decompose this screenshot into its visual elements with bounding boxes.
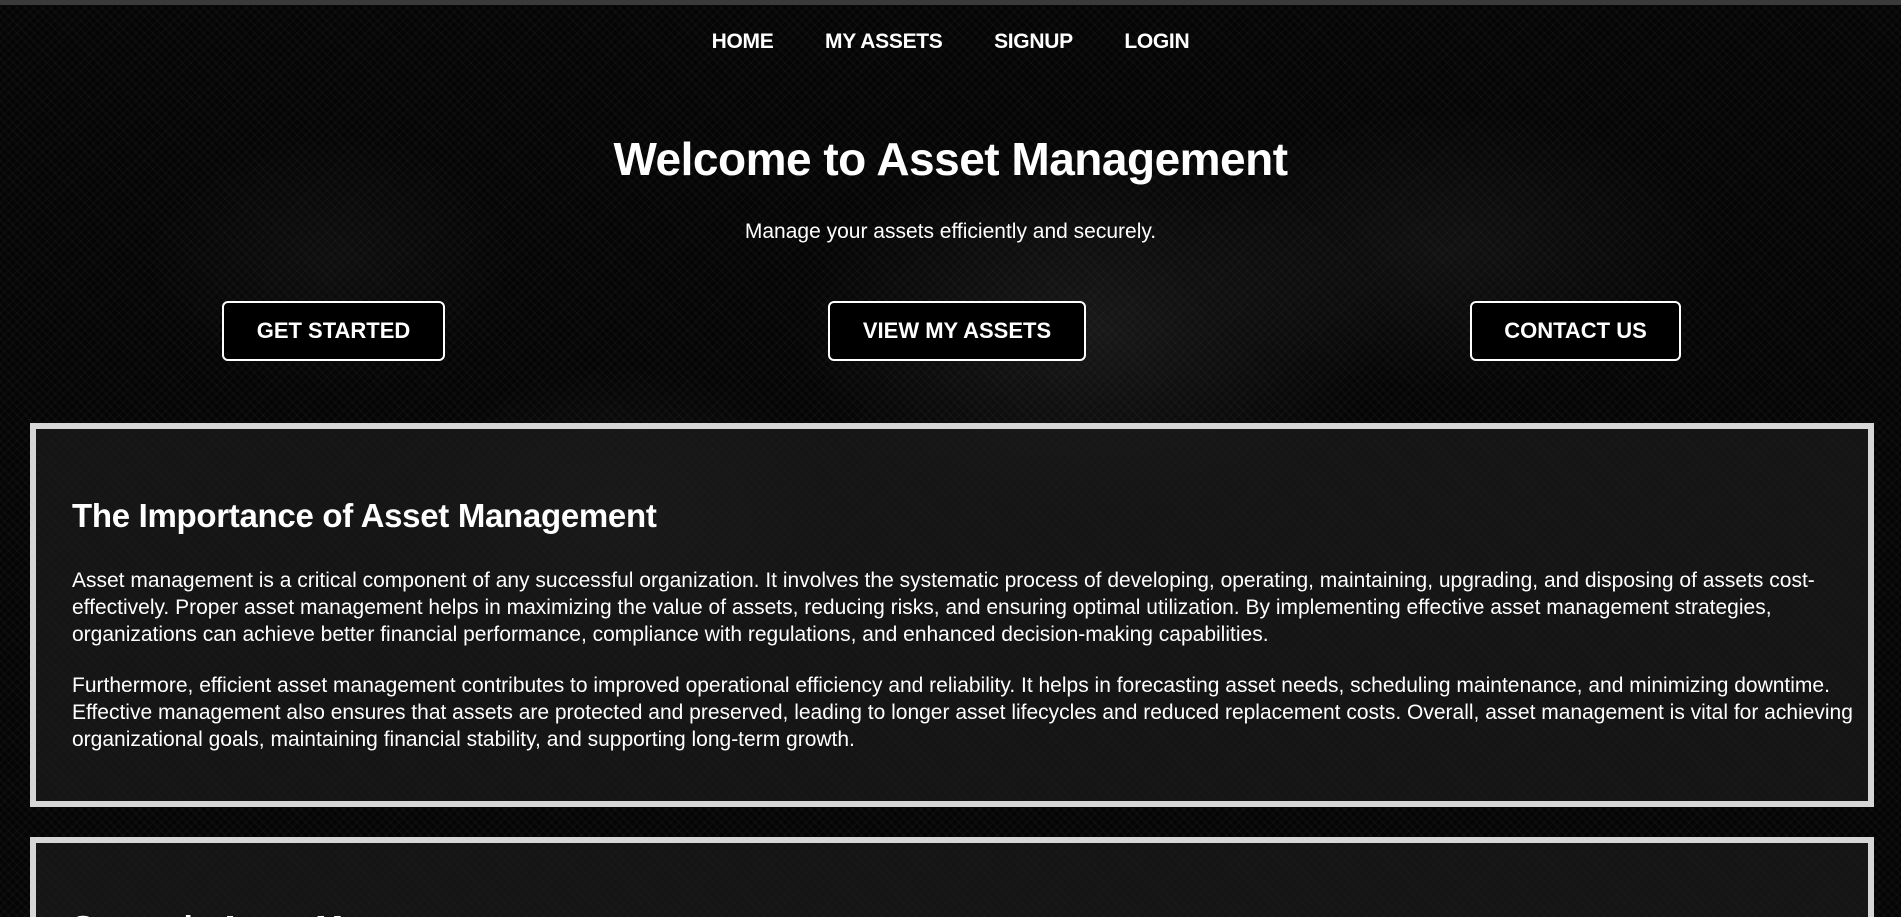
nav-login-link[interactable]: LOGIN xyxy=(1124,30,1189,53)
view-my-assets-button[interactable]: VIEW MY ASSETS xyxy=(828,301,1086,361)
hero-title: Welcome to Asset Management xyxy=(613,133,1288,185)
section-paragraph: Furthermore, efficient asset management … xyxy=(72,674,1853,751)
nav-signup-link[interactable]: SIGNUP xyxy=(994,30,1073,53)
hero-subtitle: Manage your assets efficiently and secur… xyxy=(744,220,1157,243)
importance-section: The Importance of Asset Management Asset… xyxy=(30,423,1874,807)
nav-home-link[interactable]: HOME xyxy=(712,30,774,53)
section-heading: Strategic Asset Management xyxy=(72,909,514,917)
contact-us-button[interactable]: CONTACT US xyxy=(1470,301,1681,361)
top-strip xyxy=(0,0,1901,5)
nav-my-assets-link[interactable]: MY ASSETS xyxy=(825,30,943,53)
strategic-section: Strategic Asset Management xyxy=(30,837,1874,917)
section-paragraph: Asset management is a critical component… xyxy=(72,569,1815,646)
main-nav: HOME MY ASSETS SIGNUP LOGIN xyxy=(0,30,1901,54)
section-heading: The Importance of Asset Management xyxy=(72,497,657,534)
get-started-button[interactable]: GET STARTED xyxy=(222,301,445,361)
